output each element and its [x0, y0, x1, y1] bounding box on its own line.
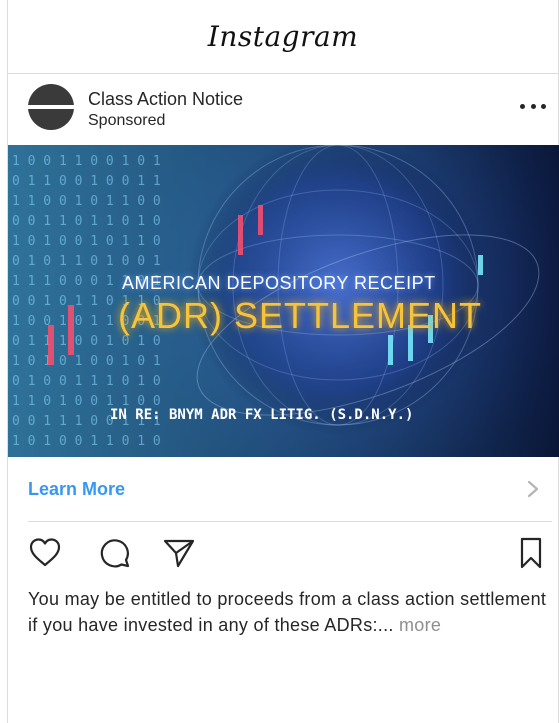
- svg-text:0 1 0 0 1 1 1 0 1 0: 0 1 0 0 1 1 1 0 1 0: [12, 374, 161, 389]
- avatar[interactable]: [28, 84, 74, 130]
- ad-case-caption: IN RE: BNYM ADR FX LITIG. (S.D.N.Y.): [110, 407, 414, 423]
- svg-text:1 0 1 0 0 1 1 0 1 0: 1 0 1 0 0 1 1 0 1 0: [12, 434, 161, 449]
- instagram-post-frame: Instagram Class Action Notice Sponsored: [7, 0, 559, 723]
- share-icon[interactable]: [162, 536, 196, 570]
- ad-image[interactable]: 1 0 0 1 1 0 0 1 0 1 0 1 1 0 0 1 0 0 1 1 …: [8, 145, 559, 457]
- sponsored-label: Sponsored: [88, 112, 166, 129]
- learn-more-row[interactable]: Learn More: [8, 457, 558, 521]
- ellipsis-icon: [520, 103, 525, 109]
- caption-more-link[interactable]: more: [399, 615, 441, 635]
- divider: [28, 521, 552, 522]
- post-caption: You may be entitled to proceeds from a c…: [28, 586, 554, 638]
- ad-headline-line1: AMERICAN DEPOSITORY RECEIPT: [122, 273, 436, 293]
- post-actions-bar: [8, 532, 558, 576]
- svg-text:0 1 0 1 1 0 1 0 0 1: 0 1 0 1 1 0 1 0 0 1: [12, 254, 161, 269]
- comment-icon[interactable]: [98, 536, 132, 570]
- svg-text:0 1 1 0 0 1 0 0 1 1: 0 1 1 0 0 1 0 0 1 1: [12, 174, 161, 189]
- heart-icon[interactable]: [28, 536, 62, 570]
- more-options-button[interactable]: [520, 96, 546, 116]
- svg-text:1 0 1 0 1 0 0 1 0 1: 1 0 1 0 1 0 0 1 0 1: [12, 354, 161, 369]
- post-header: Class Action Notice Sponsored: [8, 76, 558, 144]
- svg-text:1 1 0 0 1 0 1 1 0 0: 1 1 0 0 1 0 1 1 0 0: [12, 194, 161, 209]
- app-header: Instagram: [8, 0, 558, 74]
- account-name[interactable]: Class Action Notice: [88, 89, 243, 110]
- svg-text:1 0 1 0 0 1 0 1 1 0: 1 0 1 0 0 1 0 1 1 0: [12, 234, 161, 249]
- instagram-logo[interactable]: Instagram: [208, 20, 358, 53]
- bookmark-icon[interactable]: [518, 536, 544, 570]
- svg-text:1 0 0 1 1 0 0 1 0 1: 1 0 0 1 1 0 0 1 0 1: [12, 154, 161, 169]
- chevron-right-icon: [527, 480, 539, 498]
- ad-headline-line2: (ADR) SETTLEMENT: [118, 295, 483, 336]
- learn-more-link[interactable]: Learn More: [28, 479, 125, 500]
- caption-text: You may be entitled to proceeds from a c…: [28, 589, 547, 635]
- svg-text:0 0 1 1 0 1 1 0 1 0: 0 0 1 1 0 1 1 0 1 0: [12, 214, 161, 229]
